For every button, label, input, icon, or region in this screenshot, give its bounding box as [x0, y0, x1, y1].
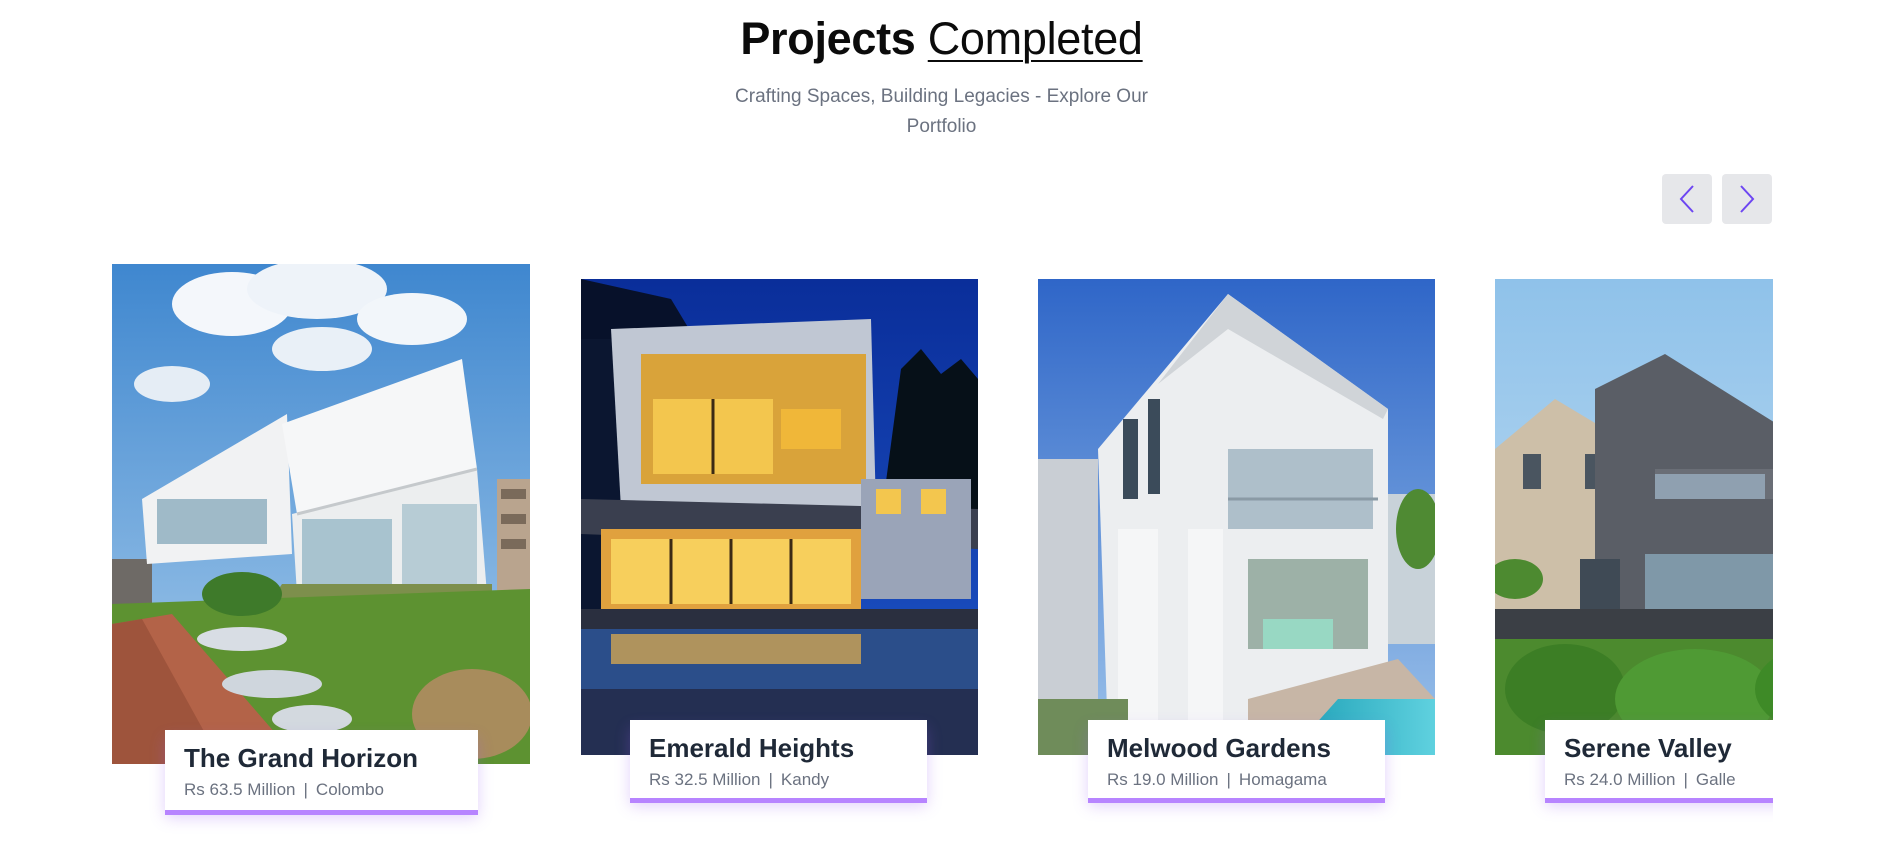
- project-image-emerald-heights: [581, 279, 978, 755]
- project-price: Rs 19.0 Million: [1107, 770, 1219, 789]
- project-info: Emerald Heights Rs 32.5 Million | Kandy: [630, 720, 927, 798]
- project-image-serene-valley: [1495, 279, 1773, 755]
- project-name: The Grand Horizon: [184, 743, 418, 773]
- project-meta: Rs 32.5 Million | Kandy: [649, 770, 830, 789]
- project-name: Serene Valley: [1564, 733, 1732, 763]
- project-image-grand-horizon: [112, 264, 530, 764]
- project-location: Galle: [1695, 770, 1736, 789]
- project-info: Melwood Gardens Rs 19.0 Million | Homagama: [1088, 720, 1385, 798]
- project-name: Melwood Gardens: [1107, 733, 1331, 763]
- project-price: Rs 32.5 Million: [649, 770, 761, 789]
- project-name: Emerald Heights: [649, 733, 855, 763]
- projects-carousel: The Grand Horizon Rs 63.5 Million | Colomb…: [0, 0, 1773, 867]
- project-location: Kandy: [780, 770, 830, 789]
- project-meta: Rs 63.5 Million | Colombo: [184, 780, 384, 799]
- project-meta: Rs 24.0 Million | Galle: [1564, 770, 1736, 789]
- project-info: Serene Valley Rs 24.0 Million | Galle: [1545, 720, 1773, 798]
- project-image-melwood-gardens: [1038, 279, 1435, 755]
- project-price: Rs 24.0 Million: [1564, 770, 1676, 789]
- project-location: Homagama: [1238, 770, 1327, 789]
- project-info: The Grand Horizon Rs 63.5 Million | Colomb…: [165, 730, 478, 810]
- project-location: Colombo: [315, 780, 384, 799]
- project-meta: Rs 19.0 Million | Homagama: [1107, 770, 1327, 789]
- project-price: Rs 63.5 Million: [184, 780, 296, 799]
